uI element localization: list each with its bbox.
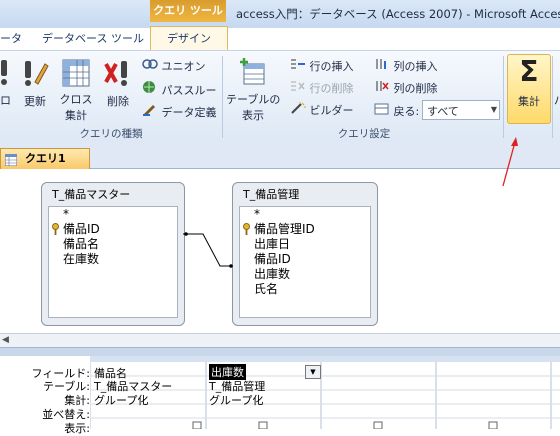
chevron-down-icon: ▼ [310,368,316,376]
show-checkbox [373,421,383,429]
show-checkbox [488,421,498,429]
field-dropdown-button[interactable]: ▼ [305,365,321,379]
relationship-endpoint [229,264,233,268]
scroll-left-icon[interactable]: ◀ [2,335,9,345]
show-checkbox [258,421,268,429]
show-checkbox [192,421,202,429]
horizontal-scrollbar[interactable]: ◀ [0,333,560,348]
relationship-line [183,233,232,267]
annotation-arrow [502,137,518,187]
design-grid: フィールド: テーブル: 集計: 並べ替え: 表示: 備品名 T_備品マスター … [0,356,560,435]
row-label-show: 表示: [64,422,90,435]
grid-cell-total[interactable]: グループ化 [209,392,263,408]
relationship-endpoint [184,232,188,236]
grid-row-labels: フィールド: テーブル: 集計: 並べ替え: 表示: [0,356,90,435]
grid-cell-total[interactable]: グループ化 [94,392,148,408]
